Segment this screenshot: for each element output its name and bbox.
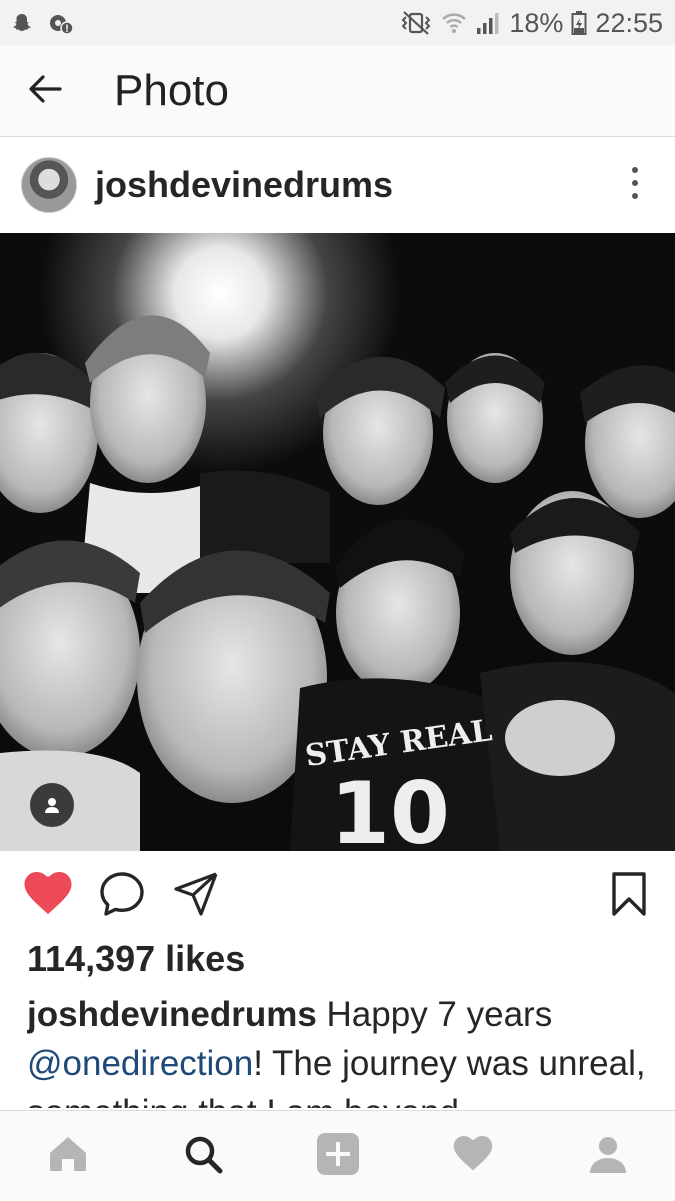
nav-activity[interactable]	[438, 1121, 508, 1191]
post-caption: joshdevinedrums Happy 7 years @onedirect…	[27, 990, 657, 1108]
bottom-nav	[0, 1110, 675, 1201]
save-button[interactable]	[605, 871, 653, 921]
signal-icon	[475, 10, 501, 36]
caption-username[interactable]: joshdevinedrums	[27, 995, 317, 1034]
bookmark-icon	[611, 871, 647, 921]
share-button[interactable]	[172, 872, 220, 920]
search-icon	[183, 1134, 223, 1179]
user-tag-icon	[42, 795, 62, 815]
heart-icon	[453, 1135, 493, 1177]
nav-search[interactable]	[168, 1121, 238, 1191]
heart-icon	[24, 871, 72, 921]
caption-mention[interactable]: @onedirection	[27, 1044, 253, 1083]
tagged-users-button[interactable]	[30, 783, 74, 827]
clock: 22:55	[595, 7, 663, 38]
post-username[interactable]: joshdevinedrums	[95, 164, 605, 206]
snapchat-icon	[10, 11, 34, 35]
wifi-icon	[441, 10, 467, 36]
battery-percent: 18%	[509, 7, 564, 38]
likes-count[interactable]: 114,397 likes	[27, 938, 245, 980]
caption-text: Happy 7 years	[316, 995, 553, 1034]
more-options-button[interactable]	[605, 155, 665, 215]
profile-icon	[588, 1134, 628, 1179]
vibrate-icon	[399, 10, 433, 36]
like-button[interactable]	[24, 871, 72, 921]
shirt-number: 10	[330, 764, 450, 851]
nav-home[interactable]	[33, 1121, 103, 1191]
location-settings-icon	[48, 11, 74, 35]
avatar[interactable]	[21, 157, 77, 213]
app-bar: Photo	[0, 46, 675, 137]
nav-profile[interactable]	[573, 1121, 643, 1191]
share-icon	[173, 871, 219, 922]
more-vertical-icon	[630, 166, 640, 205]
post-photo[interactable]: STAY REAL 10	[0, 233, 675, 851]
nav-add-post[interactable]	[303, 1121, 373, 1191]
add-icon	[316, 1132, 360, 1181]
home-icon	[48, 1135, 88, 1178]
page-title: Photo	[114, 66, 229, 115]
back-button[interactable]	[0, 46, 90, 136]
comment-icon	[99, 871, 145, 922]
status-bar: 18% 22:55	[0, 0, 675, 46]
photo-image: STAY REAL 10	[0, 233, 675, 851]
arrow-left-icon	[27, 71, 63, 112]
battery-icon	[571, 10, 587, 36]
post-actions	[0, 852, 675, 940]
comment-button[interactable]	[98, 871, 146, 922]
post-header: joshdevinedrums	[0, 137, 675, 233]
